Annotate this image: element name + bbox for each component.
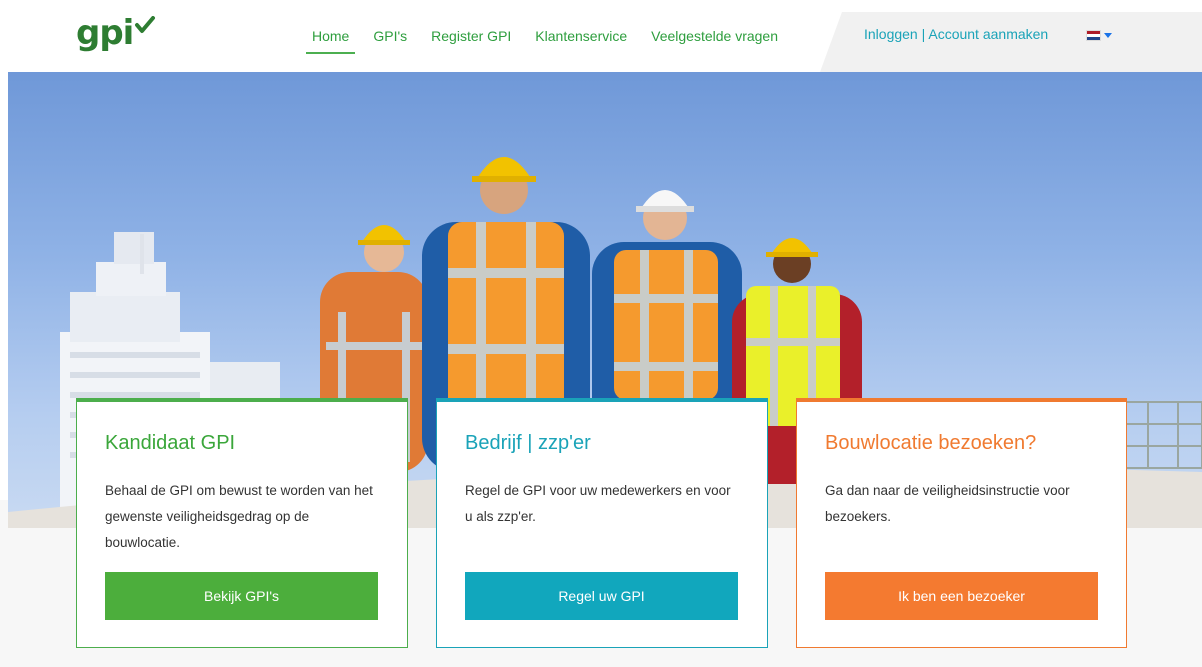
nav-home[interactable]: Home: [300, 0, 361, 72]
scaffolding: [1117, 401, 1202, 469]
logo-text: gpi: [76, 13, 134, 53]
nav-gpis[interactable]: GPI's: [361, 0, 419, 72]
ik-ben-een-bezoeker-button[interactable]: Ik ben een bezoeker: [825, 572, 1098, 620]
card-description: Regel de GPI voor uw medewerkers en voor…: [465, 483, 731, 524]
nav-veelgestelde-vragen[interactable]: Veelgestelde vragen: [639, 0, 790, 72]
language-selector[interactable]: [1086, 30, 1112, 41]
nav-register-gpi[interactable]: Register GPI: [419, 0, 523, 72]
regel-uw-gpi-button[interactable]: Regel uw GPI: [465, 572, 738, 620]
checkmark-icon: [135, 16, 156, 33]
bekijk-gpis-button[interactable]: Bekijk GPI's: [105, 572, 378, 620]
chevron-down-icon: [1104, 33, 1112, 38]
card-description: Ga dan naar de veiligheidsinstructie voo…: [825, 483, 1070, 524]
main-nav: Home GPI's Register GPI Klantenservice V…: [300, 0, 790, 72]
card-bedrijf-zzper: Bedrijf | zzp'er Regel de GPI voor uw me…: [436, 398, 768, 648]
card-bouwlocatie-bezoeken: Bouwlocatie bezoeken? Ga dan naar de vei…: [796, 398, 1127, 648]
card-description: Behaal de GPI om bewust te worden van he…: [105, 483, 373, 550]
account-bar: [820, 12, 1202, 72]
card-title: Bouwlocatie bezoeken?: [825, 432, 1037, 454]
card-title: Bedrijf | zzp'er: [465, 432, 591, 454]
card-title: Kandidaat GPI: [105, 432, 236, 454]
login-account-link[interactable]: Inloggen | Account aanmaken: [864, 26, 1048, 42]
netherlands-flag-icon: [1086, 30, 1101, 41]
site-header: gpi Home GPI's Register GPI Klantenservi…: [0, 0, 1202, 72]
nav-klantenservice[interactable]: Klantenservice: [523, 0, 639, 72]
card-kandidaat-gpi: Kandidaat GPI Behaal de GPI om bewust te…: [76, 398, 408, 648]
gpi-logo[interactable]: gpi: [76, 14, 156, 54]
